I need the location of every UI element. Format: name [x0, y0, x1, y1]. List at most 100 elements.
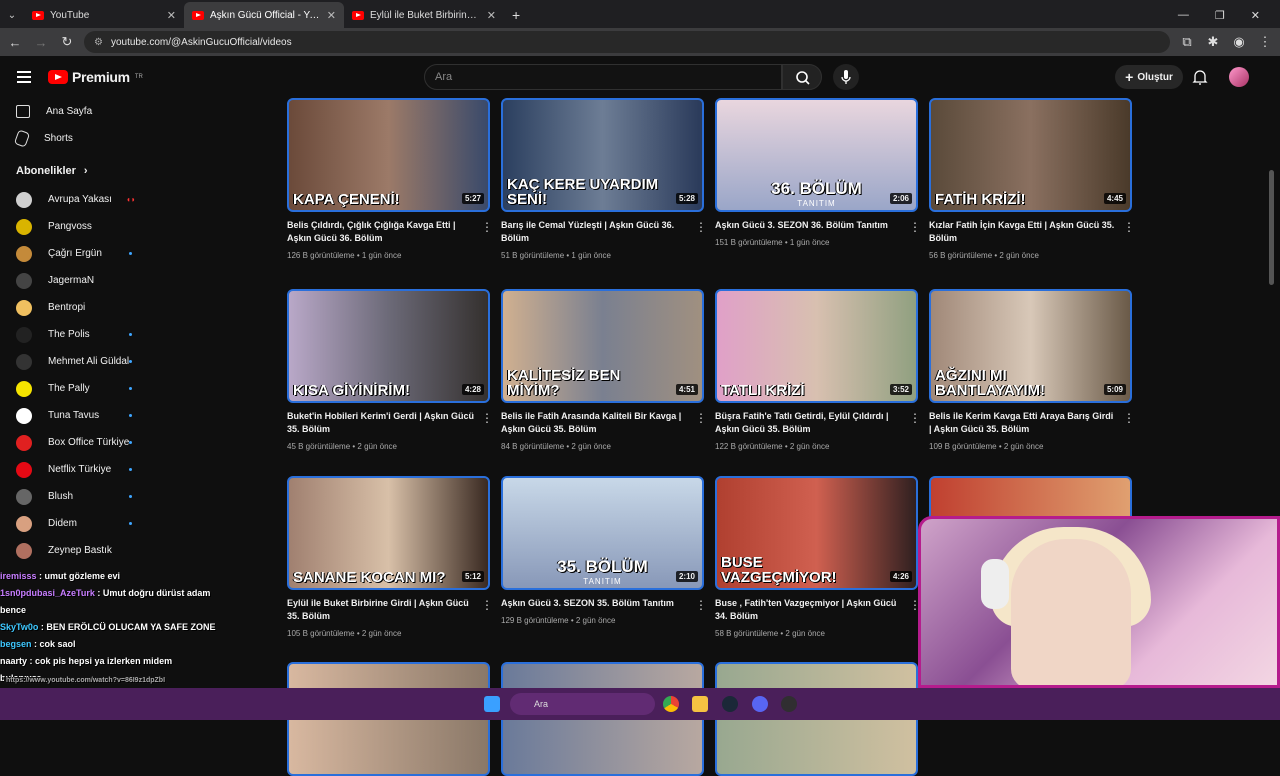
- video-thumbnail[interactable]: 36. BÖLÜM TANITIM 2:06: [715, 98, 918, 212]
- close-window-icon[interactable]: ✕: [1251, 9, 1260, 22]
- video-thumbnail[interactable]: SANANE KOCAN MI? 5:12: [287, 476, 490, 590]
- search-button[interactable]: [782, 64, 822, 90]
- video-card[interactable]: 36. BÖLÜM TANITIM 2:06 Aşkın Gücü 3. SEZON …: [715, 98, 921, 247]
- subscription-item[interactable]: Pangvoss: [0, 213, 155, 240]
- video-card[interactable]: AĞZINI MI BANTLAYAYIM! 5:09 Belis ile Keri…: [929, 289, 1135, 451]
- chrome-icon[interactable]: [663, 696, 679, 712]
- file-explorer-icon[interactable]: [692, 696, 708, 712]
- subscription-item[interactable]: Blush: [0, 483, 155, 510]
- url-field[interactable]: ⚙ youtube.com/@AskinGucuOfficial/videos: [84, 31, 1170, 53]
- site-info-icon[interactable]: ⚙: [94, 37, 103, 48]
- video-title[interactable]: Aşkın Gücü 3. SEZON 36. Bölüm Tanıtım: [715, 219, 903, 232]
- obs-icon[interactable]: [781, 696, 797, 712]
- more-actions-icon[interactable]: ⋮: [481, 220, 493, 234]
- browser-tab[interactable]: Eylül ile Buket Birbirine Girdi | Aşkın ✕: [344, 2, 504, 28]
- video-title[interactable]: Kızlar Fatih İçin Kavga Etti | Aşkın Güc…: [929, 219, 1117, 245]
- subscription-item[interactable]: Zeynep Bastık: [0, 537, 155, 564]
- video-thumbnail[interactable]: KALİTESİZ BEN MİYİM? 4:51: [501, 289, 704, 403]
- video-title[interactable]: Barış ile Cemal Yüzleşti | Aşkın Gücü 36…: [501, 219, 689, 245]
- subscription-item[interactable]: JagermaN: [0, 267, 155, 294]
- tab-search-icon[interactable]: ⌄: [0, 2, 24, 28]
- discord-icon[interactable]: [752, 696, 768, 712]
- close-tab-icon[interactable]: ✕: [487, 9, 496, 22]
- subscription-item[interactable]: Mehmet Ali Güldal: [0, 348, 155, 375]
- menu-icon[interactable]: ⋮: [1256, 34, 1274, 50]
- video-title[interactable]: Buse , Fatih'ten Vazgeçmiyor | Aşkın Güc…: [715, 597, 903, 623]
- video-card[interactable]: FATİH KRİZİ! 4:45 Kızlar Fatih İçin Kavga …: [929, 98, 1135, 260]
- video-card[interactable]: BUSE VAZGEÇMİYOR! 4:26 Buse , Fatih'ten Va…: [715, 476, 921, 638]
- subscription-item[interactable]: The Polis: [0, 321, 155, 348]
- close-tab-icon[interactable]: ✕: [327, 9, 336, 22]
- minimize-icon[interactable]: —: [1178, 9, 1189, 21]
- video-thumbnail[interactable]: TATLI KRİZİ 3:52: [715, 289, 918, 403]
- video-title[interactable]: Belis ile Kerim Kavga Etti Araya Barış G…: [929, 410, 1117, 436]
- more-actions-icon[interactable]: ⋮: [695, 220, 707, 234]
- video-card[interactable]: 35. BÖLÜM TANITIM 2:10 Aşkın Gücü 3. SEZON …: [501, 476, 707, 625]
- video-thumbnail[interactable]: BUSE VAZGEÇMİYOR! 4:26: [715, 476, 918, 590]
- profile-icon[interactable]: ◉: [1230, 34, 1248, 50]
- more-actions-icon[interactable]: ⋮: [481, 411, 493, 425]
- sidebar-item[interactable]: Ana Sayfa: [0, 98, 155, 125]
- video-thumbnail[interactable]: FATİH KRİZİ! 4:45: [929, 98, 1132, 212]
- video-duration: 2:06: [889, 193, 912, 204]
- video-title[interactable]: Eylül ile Buket Birbirine Girdi | Aşkın …: [287, 597, 475, 623]
- video-card[interactable]: SANANE KOCAN MI? 5:12 Eylül ile Buket Birb…: [287, 476, 493, 638]
- forward-icon[interactable]: →: [32, 35, 50, 50]
- subscription-item[interactable]: Didem: [0, 510, 155, 537]
- video-card[interactable]: KISA GİYİNİRİM! 4:28 Buket'in Hobileri Ker…: [287, 289, 493, 451]
- extensions-icon[interactable]: ⧉: [1178, 34, 1196, 50]
- taskbar-search[interactable]: Ara: [510, 693, 655, 715]
- subscriptions-heading[interactable]: Abonelikler ›: [0, 156, 155, 186]
- video-card[interactable]: TATLI KRİZİ 3:52 Büşra Fatih'e Tatlı Getir…: [715, 289, 921, 451]
- video-title[interactable]: Büşra Fatih'e Tatlı Getirdi, Eylül Çıldı…: [715, 410, 903, 436]
- youtube-premium-logo[interactable]: Premium TR: [48, 69, 143, 85]
- youtube-favicon-icon: [32, 10, 44, 20]
- subscription-item[interactable]: Box Office Türkiye: [0, 429, 155, 456]
- steam-icon[interactable]: [722, 696, 738, 712]
- more-actions-icon[interactable]: ⋮: [695, 598, 707, 612]
- video-title[interactable]: Buket'in Hobileri Kerim'i Gerdi | Aşkın …: [287, 410, 475, 436]
- account-avatar[interactable]: [1229, 67, 1249, 87]
- more-actions-icon[interactable]: ⋮: [695, 411, 707, 425]
- subscription-item[interactable]: Netflix Türkiye: [0, 456, 155, 483]
- page-scrollbar[interactable]: [1269, 170, 1274, 285]
- new-tab-button[interactable]: +: [504, 2, 528, 28]
- subscription-item[interactable]: Tuna Tavus: [0, 402, 155, 429]
- windows-start-icon[interactable]: [484, 696, 500, 712]
- video-card[interactable]: KAPA ÇENENİ! 5:27 Belis Çıldırdı, Çığlık Ç…: [287, 98, 493, 260]
- more-actions-icon[interactable]: ⋮: [1123, 220, 1135, 234]
- subscription-item[interactable]: Bentropi: [0, 294, 155, 321]
- video-thumbnail[interactable]: KAÇ KERE UYARDIM SENİ! 5:28: [501, 98, 704, 212]
- reload-icon[interactable]: ↻: [58, 34, 76, 50]
- voice-search-button[interactable]: [833, 64, 859, 90]
- browser-tab[interactable]: YouTube ✕: [24, 2, 184, 28]
- more-actions-icon[interactable]: ⋮: [481, 598, 493, 612]
- home-icon: [16, 105, 30, 118]
- sidebar-item[interactable]: Shorts: [0, 125, 155, 152]
- search-input[interactable]: Ara: [424, 64, 782, 90]
- subscription-item[interactable]: Avrupa Yakası ◖◗: [0, 186, 155, 213]
- hamburger-menu-icon[interactable]: [17, 68, 31, 86]
- video-card[interactable]: KALİTESİZ BEN MİYİM? 4:51 Belis ile Fatih …: [501, 289, 707, 451]
- video-card[interactable]: KAÇ KERE UYARDIM SENİ! 5:28 Barış ile Cema…: [501, 98, 707, 260]
- video-title[interactable]: Belis Çıldırdı, Çığlık Çığlığa Kavga Ett…: [287, 219, 475, 245]
- video-title[interactable]: Belis ile Fatih Arasında Kaliteli Bir Ka…: [501, 410, 689, 436]
- video-title[interactable]: Aşkın Gücü 3. SEZON 35. Bölüm Tanıtım: [501, 597, 689, 610]
- subscription-item[interactable]: Çağrı Ergün: [0, 240, 155, 267]
- more-actions-icon[interactable]: ⋮: [909, 220, 921, 234]
- browser-tab[interactable]: Aşkın Gücü Official - YouTube ✕: [184, 2, 344, 28]
- subscription-item[interactable]: The Pally: [0, 375, 155, 402]
- back-icon[interactable]: ←: [6, 35, 24, 50]
- video-thumbnail[interactable]: KAPA ÇENENİ! 5:27: [287, 98, 490, 212]
- video-thumbnail[interactable]: 35. BÖLÜM TANITIM 2:10: [501, 476, 704, 590]
- more-actions-icon[interactable]: ⋮: [909, 598, 921, 612]
- notifications-bell-icon[interactable]: [1190, 68, 1210, 86]
- video-thumbnail[interactable]: KISA GİYİNİRİM! 4:28: [287, 289, 490, 403]
- maximize-icon[interactable]: ❐: [1215, 9, 1225, 22]
- more-actions-icon[interactable]: ⋮: [1123, 411, 1135, 425]
- close-tab-icon[interactable]: ✕: [167, 9, 176, 22]
- create-button[interactable]: + Oluştur: [1115, 65, 1183, 89]
- puzzle-icon[interactable]: ✱: [1204, 34, 1222, 50]
- more-actions-icon[interactable]: ⋮: [909, 411, 921, 425]
- video-thumbnail[interactable]: AĞZINI MI BANTLAYAYIM! 5:09: [929, 289, 1132, 403]
